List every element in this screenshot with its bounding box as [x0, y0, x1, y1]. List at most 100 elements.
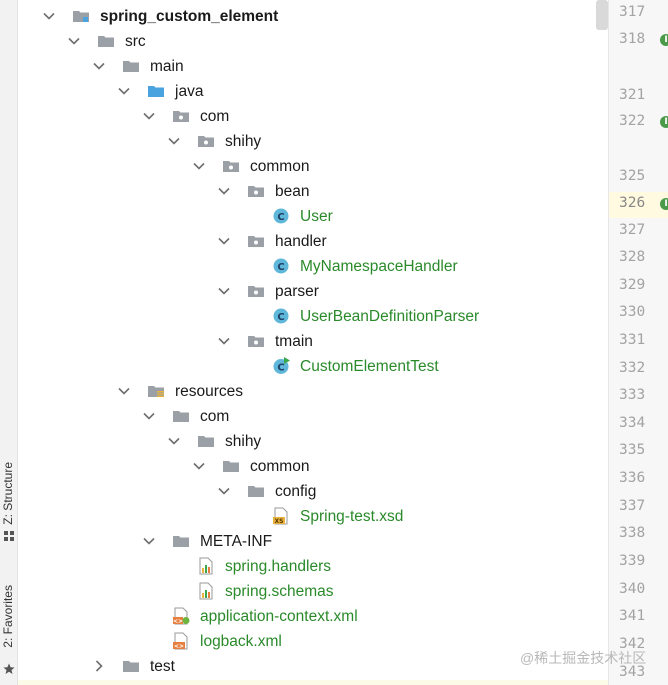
tree-node[interactable]: spring_custom_element	[18, 4, 608, 29]
implementation-marker-icon[interactable]: I	[660, 198, 668, 210]
watermark: @稀土掘金技术社区	[520, 650, 647, 666]
tree-node[interactable]: main	[18, 54, 608, 79]
svg-text:<>: <>	[174, 643, 184, 650]
chevron-down-icon[interactable]	[167, 134, 181, 148]
folder-icon	[222, 457, 240, 475]
chevron-down-icon[interactable]	[217, 284, 231, 298]
tree-node-label: User	[300, 208, 333, 225]
tree-scrollbar[interactable]	[596, 0, 608, 30]
chevron-down-icon[interactable]	[142, 409, 156, 423]
java-runnable-class-icon: C	[272, 357, 290, 375]
implementation-marker-icon[interactable]: I	[660, 116, 668, 128]
xsd-file-icon: XS	[272, 507, 290, 525]
package-icon	[222, 157, 240, 175]
folder-icon	[97, 32, 115, 50]
tree-node[interactable]: com	[18, 404, 608, 429]
tree-node[interactable]: bean	[18, 179, 608, 204]
tree-node[interactable]: src	[18, 29, 608, 54]
tree-node-label: shihy	[225, 433, 262, 450]
line-number: 332	[619, 360, 646, 376]
tree-node-label: CustomElementTest	[300, 358, 439, 375]
chevron-down-icon[interactable]	[192, 459, 206, 473]
tree-node[interactable]: META-INF	[18, 529, 608, 554]
chevron-down-icon[interactable]	[42, 9, 56, 23]
tree-node[interactable]: shihy	[18, 129, 608, 154]
tree-node-label: tmain	[275, 333, 313, 350]
tree-node-label: UserBeanDefinitionParser	[300, 308, 480, 325]
chevron-down-icon[interactable]	[217, 334, 231, 348]
svg-text:C: C	[277, 312, 284, 323]
tree-node[interactable]: spring.handlers	[18, 554, 608, 579]
line-number: 325	[619, 168, 646, 184]
package-icon	[247, 282, 265, 300]
tree-node[interactable]: handler	[18, 229, 608, 254]
chevron-down-icon[interactable]	[142, 109, 156, 123]
tree-node-label: common	[250, 458, 310, 475]
resources-folder-icon	[147, 382, 165, 400]
tree-node-label: com	[200, 108, 230, 125]
tree-node-label: spring.handlers	[225, 558, 331, 575]
structure-tab[interactable]: Z: Structure	[0, 462, 18, 542]
package-icon	[247, 332, 265, 350]
svg-text:C: C	[277, 262, 284, 273]
left-tool-strip: Z: Structure 2: Favorites	[0, 0, 18, 685]
tree-node[interactable]: resources	[18, 379, 608, 404]
chevron-down-icon[interactable]	[92, 59, 106, 73]
tree-node[interactable]: config	[18, 479, 608, 504]
line-number: 331	[619, 332, 646, 348]
java-class-icon: C	[272, 307, 290, 325]
chevron-down-icon[interactable]	[142, 534, 156, 548]
chevron-down-icon[interactable]	[167, 434, 181, 448]
favorites-tab[interactable]: 2: Favorites	[0, 585, 18, 680]
structure-icon	[4, 531, 14, 541]
tree-bottom-edge	[18, 680, 608, 685]
chevron-down-icon[interactable]	[117, 84, 131, 98]
tree-node[interactable]: C CustomElementTest	[18, 354, 608, 379]
line-number: 336	[619, 470, 646, 486]
tree-node[interactable]: java	[18, 79, 608, 104]
favorites-tab-label: 2: Favorites	[1, 585, 15, 648]
chevron-down-icon[interactable]	[192, 159, 206, 173]
implementation-marker-icon[interactable]: I	[660, 34, 668, 46]
line-number: 333	[619, 387, 646, 403]
line-number: 339	[619, 553, 646, 569]
tree-node[interactable]: common	[18, 154, 608, 179]
tree-node-label: main	[150, 58, 184, 75]
tree-node[interactable]: common	[18, 454, 608, 479]
tree-node[interactable]: C User	[18, 204, 608, 229]
tree-node[interactable]: C MyNamespaceHandler	[18, 254, 608, 279]
tree-node-label: src	[125, 33, 146, 50]
tree-node[interactable]: tmain	[18, 329, 608, 354]
chevron-down-icon[interactable]	[217, 184, 231, 198]
java-class-icon: C	[272, 257, 290, 275]
tree-node[interactable]: shihy	[18, 429, 608, 454]
line-number: 340	[619, 581, 646, 597]
folder-icon	[122, 657, 140, 675]
java-class-icon: C	[272, 207, 290, 225]
package-icon	[172, 107, 190, 125]
tree-node[interactable]: parser	[18, 279, 608, 304]
tree-node[interactable]: com	[18, 104, 608, 129]
properties-file-icon	[197, 557, 215, 575]
line-number: 317	[619, 4, 646, 20]
package-icon	[197, 132, 215, 150]
tree-node[interactable]: spring.schemas	[18, 579, 608, 604]
tree-node-label: java	[175, 83, 204, 100]
tree-node-label: resources	[175, 383, 244, 400]
tree-node-label: parser	[275, 283, 319, 300]
module-folder-icon	[72, 7, 90, 25]
line-number: 321	[619, 87, 646, 103]
tree-node[interactable]: <> application-context.xml	[18, 604, 608, 629]
tree-node[interactable]: XS Spring-test.xsd	[18, 504, 608, 529]
tree-node-label: common	[250, 158, 310, 175]
chevron-down-icon[interactable]	[117, 384, 131, 398]
line-number: 335	[619, 442, 646, 458]
chevron-down-icon[interactable]	[67, 34, 81, 48]
chevron-down-icon[interactable]	[217, 234, 231, 248]
svg-text:C: C	[277, 362, 284, 373]
properties-file-icon	[197, 582, 215, 600]
chevron-down-icon[interactable]	[217, 484, 231, 498]
tree-node-label: MyNamespaceHandler	[300, 258, 458, 275]
tree-node[interactable]: C UserBeanDefinitionParser	[18, 304, 608, 329]
chevron-right-icon[interactable]	[92, 659, 106, 673]
